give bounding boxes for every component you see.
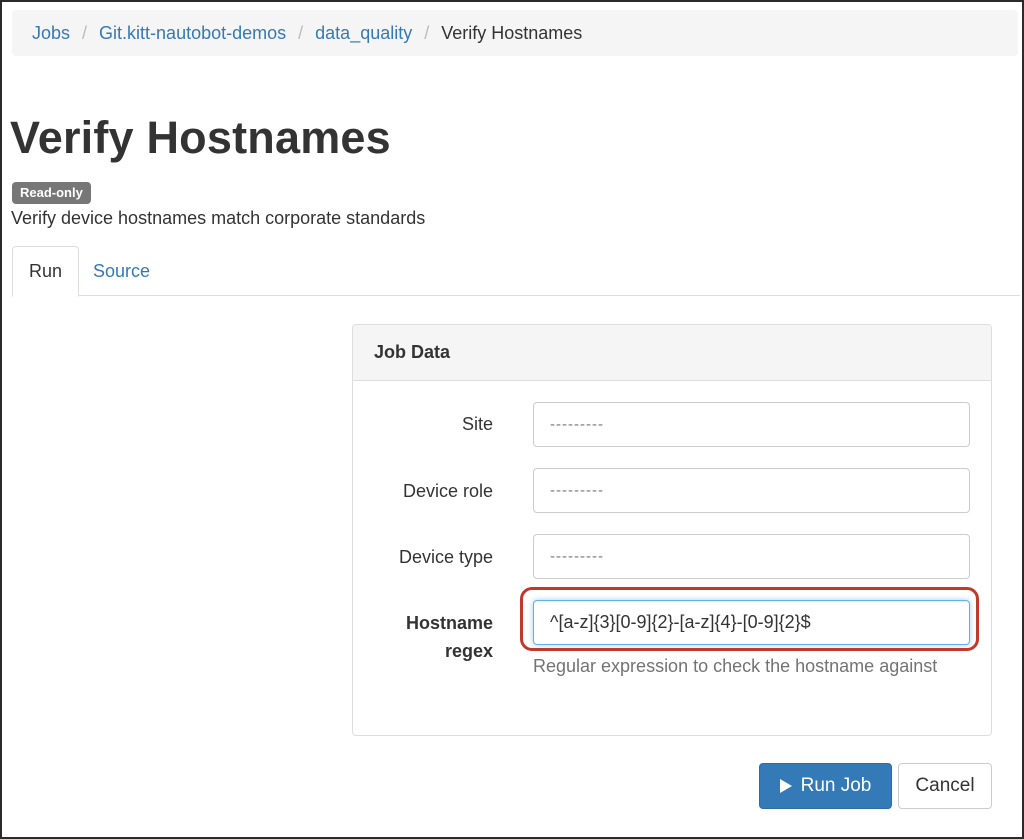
run-job-label: Run Job — [800, 775, 872, 796]
breadcrumb-current: Verify Hostnames — [441, 22, 583, 43]
device-role-select-value: --------- — [550, 482, 604, 499]
device-role-select[interactable]: --------- — [533, 468, 970, 513]
run-job-button[interactable]: Run Job — [759, 763, 892, 809]
site-select-value: --------- — [550, 416, 604, 433]
highlight-annotation — [520, 587, 979, 651]
device-type-select-value: --------- — [550, 548, 604, 565]
tab-run[interactable]: Run — [12, 246, 80, 297]
hostname-regex-label: Hostname regex — [406, 609, 493, 665]
read-only-badge: Read-only — [12, 182, 91, 204]
breadcrumb-git-repo[interactable]: Git.kitt-nautobot-demos — [99, 23, 286, 44]
breadcrumb-separator: / — [298, 22, 304, 43]
breadcrumb-jobs[interactable]: Jobs — [32, 23, 70, 44]
breadcrumb-separator: / — [424, 22, 430, 43]
tab-bar: Run Source — [12, 246, 1020, 297]
hostname-regex-label-line2: regex — [444, 641, 493, 661]
tab-source[interactable]: Source — [76, 246, 167, 297]
panel-heading: Job Data — [353, 325, 991, 381]
device-type-label: Device type — [398, 547, 493, 567]
play-icon — [779, 779, 792, 793]
breadcrumb-data-quality[interactable]: data_quality — [315, 23, 412, 44]
job-description: Verify device hostnames match corporate … — [11, 208, 426, 228]
device-type-select[interactable]: --------- — [533, 534, 970, 579]
breadcrumb: Jobs / Git.kitt-nautobot-demos / data_qu… — [12, 10, 1018, 56]
hostname-regex-label-line1: Hostname — [405, 613, 493, 633]
page-title: Verify Hostnames — [10, 112, 391, 163]
cancel-button[interactable]: Cancel — [898, 763, 992, 809]
hostname-regex-help: Regular expression to check the hostname… — [533, 656, 938, 676]
site-label: Site — [461, 414, 493, 434]
site-select[interactable]: --------- — [533, 402, 970, 447]
job-data-panel: Job Data Site --------- Device role ----… — [352, 324, 992, 736]
breadcrumb-separator: / — [82, 22, 88, 43]
device-role-label: Device role — [402, 481, 493, 501]
